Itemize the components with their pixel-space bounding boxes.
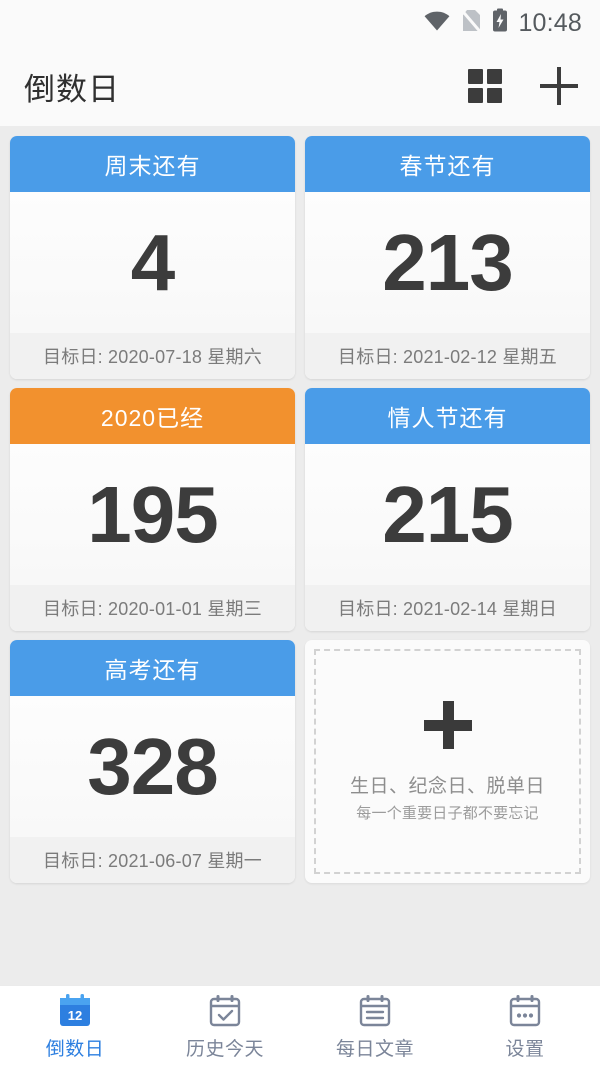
countdown-target-date: 目标日: 2020-01-01 星期三	[10, 585, 295, 631]
add-card-line1: 生日、纪念日、脱单日	[349, 775, 545, 797]
app-toolbar: 倒数日	[0, 46, 600, 126]
nav-item-countdown[interactable]: 12 倒数日	[0, 986, 150, 1067]
bottom-navigation: 12 倒数日 历史今天 每日文章 设置	[0, 985, 600, 1067]
countdown-card[interactable]: 周末还有 4 目标日: 2020-07-18 星期六	[10, 136, 295, 379]
app-root: 10:48 倒数日 周末还有 4 目标日: 2020-07-18 星期六 春节还…	[0, 0, 600, 1067]
nav-label: 设置	[505, 1038, 545, 1060]
countdown-card[interactable]: 2020已经 195 目标日: 2020-01-01 星期三	[10, 388, 295, 631]
countdown-list: 周末还有 4 目标日: 2020-07-18 星期六 春节还有 213 目标日:…	[0, 126, 600, 985]
countdown-card-title: 情人节还有	[305, 388, 590, 444]
nav-label: 每日文章	[335, 1038, 414, 1060]
grid-cell	[468, 88, 483, 103]
countdown-card[interactable]: 情人节还有 215 目标日: 2021-02-14 星期日	[305, 388, 590, 631]
countdown-card-body: 328	[10, 696, 295, 837]
countdown-days: 195	[87, 469, 218, 559]
status-bar: 10:48	[0, 0, 600, 46]
countdown-target-date: 目标日: 2021-02-14 星期日	[305, 585, 590, 631]
countdown-target-date: 目标日: 2021-06-07 星期一	[10, 837, 295, 883]
countdown-days: 4	[130, 217, 175, 307]
add-countdown-icon[interactable]	[540, 67, 578, 105]
page-title: 倒数日	[24, 71, 120, 107]
sim-card-off-icon	[461, 9, 482, 38]
grid-cell	[487, 88, 502, 103]
countdown-card-body: 215	[305, 444, 590, 585]
countdown-days: 213	[382, 217, 513, 307]
add-card-line2: 每一个重要日子都不要忘记	[356, 804, 539, 822]
nav-item-history-today[interactable]: 历史今天	[150, 986, 300, 1067]
plus-icon	[423, 700, 472, 749]
countdown-card-body: 195	[10, 444, 295, 585]
status-bar-icons	[424, 8, 508, 38]
nav-item-daily-article[interactable]: 每日文章	[300, 986, 450, 1067]
add-countdown-card[interactable]: 生日、纪念日、脱单日 每一个重要日子都不要忘记	[305, 640, 590, 883]
add-card-inner: 生日、纪念日、脱单日 每一个重要日子都不要忘记	[314, 649, 581, 874]
grid-cell	[468, 69, 483, 84]
countdown-days: 328	[87, 721, 218, 811]
calendar-check-icon	[206, 993, 244, 1029]
countdown-card-title: 周末还有	[10, 136, 295, 192]
toolbar-actions	[468, 67, 578, 105]
nav-item-settings[interactable]: 设置	[450, 986, 600, 1067]
countdown-target-date: 目标日: 2020-07-18 星期六	[10, 333, 295, 379]
battery-charging-icon	[492, 8, 508, 38]
calendar-12-icon: 12	[56, 993, 94, 1029]
status-bar-clock: 10:48	[518, 8, 582, 37]
countdown-card-body: 4	[10, 192, 295, 333]
countdown-card-title: 春节还有	[305, 136, 590, 192]
countdown-grid: 周末还有 4 目标日: 2020-07-18 星期六 春节还有 213 目标日:…	[10, 136, 590, 883]
grid-view-icon[interactable]	[468, 69, 502, 103]
countdown-target-date: 目标日: 2021-02-12 星期五	[305, 333, 590, 379]
countdown-days: 215	[382, 469, 513, 559]
countdown-card-title: 2020已经	[10, 388, 295, 444]
calendar-lines-icon	[356, 993, 394, 1029]
nav-label: 倒数日	[45, 1038, 105, 1060]
countdown-card-title: 高考还有	[10, 640, 295, 696]
wifi-icon	[424, 11, 450, 36]
svg-text:12: 12	[68, 1008, 82, 1023]
nav-label: 历史今天	[185, 1038, 264, 1060]
countdown-card[interactable]: 春节还有 213 目标日: 2021-02-12 星期五	[305, 136, 590, 379]
calendar-dots-icon	[506, 993, 544, 1029]
grid-cell	[487, 69, 502, 84]
countdown-card-body: 213	[305, 192, 590, 333]
countdown-card[interactable]: 高考还有 328 目标日: 2021-06-07 星期一	[10, 640, 295, 883]
